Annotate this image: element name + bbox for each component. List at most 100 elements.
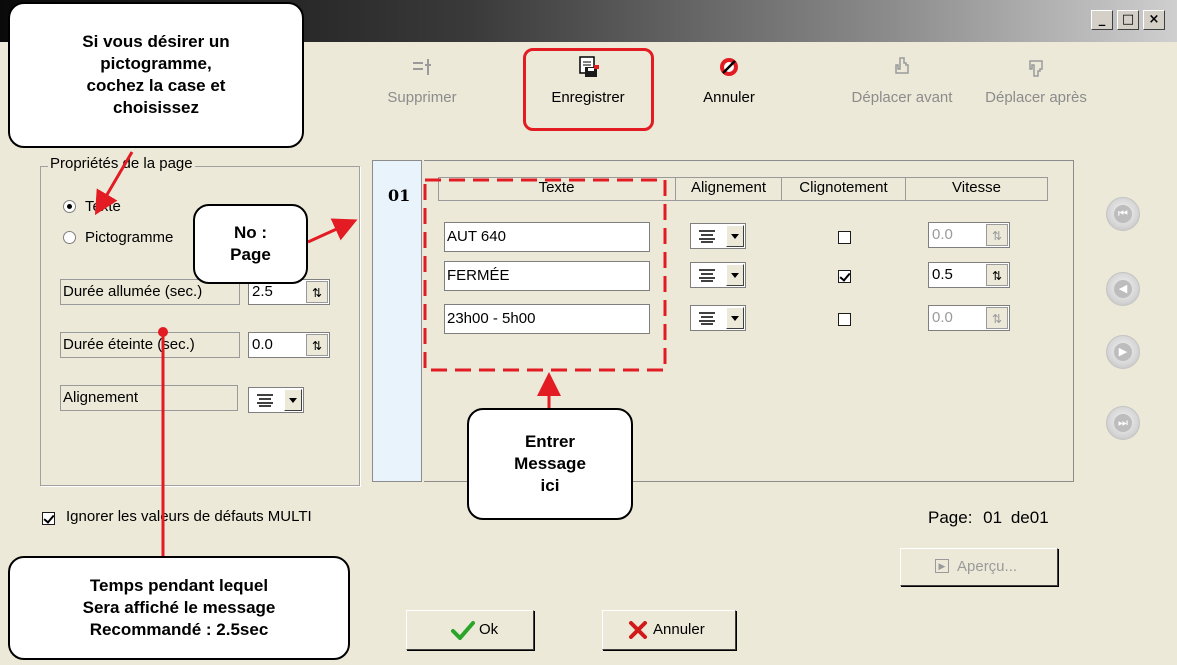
page-alignment-select[interactable] xyxy=(248,387,304,413)
next-page-icon: ▶ xyxy=(1114,343,1132,361)
spin-arrows-icon[interactable]: ⇅ xyxy=(986,224,1008,246)
pagination: Page: 01 de01 xyxy=(928,508,1049,528)
last-page-button[interactable]: ⏭ xyxy=(1106,406,1140,440)
preview-button[interactable]: ▶ Aperçu... xyxy=(900,548,1058,586)
close-x-icon xyxy=(629,621,647,639)
play-icon: ▶ xyxy=(935,559,949,573)
chevron-down-icon[interactable] xyxy=(284,389,302,411)
col-header-alignment: Alignement xyxy=(676,177,782,201)
align-center-icon xyxy=(699,312,715,325)
duration-callout-line1: Temps pendant lequel xyxy=(89,576,269,595)
hand-down-icon xyxy=(1029,60,1043,77)
first-page-button[interactable]: ⏮ xyxy=(1106,197,1140,231)
duration-callout-line2: Sera affiché le message xyxy=(82,598,276,617)
chevron-down-icon[interactable] xyxy=(726,225,744,247)
text-radio-label: Texte xyxy=(85,198,121,215)
align-center-icon xyxy=(699,230,715,243)
previous-page-icon: ◀ xyxy=(1114,280,1132,298)
hand-up-icon xyxy=(895,57,909,74)
line-2-blink-checkbox[interactable] xyxy=(838,270,851,283)
line-2-speed-spinner[interactable]: 0.5 ⇅ xyxy=(928,262,1010,288)
pictogram-callout-line3: cochez la case et xyxy=(86,76,226,95)
off-duration-value: 0.0 xyxy=(252,336,273,353)
ok-button[interactable]: Ok xyxy=(406,610,534,650)
col-header-blink: Clignotement xyxy=(782,177,906,201)
message-line-2-input[interactable]: FERMÉE xyxy=(444,261,650,291)
close-button[interactable]: × xyxy=(1143,10,1165,30)
duration-callout: Temps pendant lequel Sera affiché le mes… xyxy=(8,556,350,660)
spin-arrows-icon[interactable]: ⇅ xyxy=(986,264,1008,286)
pagination-current: 01 xyxy=(983,508,1003,527)
cancel-button[interactable]: Annuler xyxy=(602,610,736,650)
move-before-button[interactable]: Déplacer avant xyxy=(836,55,968,106)
page-properties-title: Propriétés de la page xyxy=(48,155,195,172)
col-header-text: Texte xyxy=(438,177,676,201)
line-3-alignment-select[interactable] xyxy=(690,305,746,331)
line-2-speed-value: 0.5 xyxy=(932,266,953,283)
pictogram-callout: Si vous désirer un pictogramme, cochez l… xyxy=(8,2,304,148)
next-page-button[interactable]: ▶ xyxy=(1106,335,1140,369)
line-3-speed-spinner[interactable]: 0.0 ⇅ xyxy=(928,305,1010,331)
move-after-button[interactable]: Déplacer après xyxy=(970,55,1102,106)
pictogram-callout-line1: Si vous désirer un xyxy=(82,32,230,51)
page-tab[interactable] xyxy=(372,160,422,482)
pictogram-callout-line2: pictogramme, xyxy=(100,54,212,73)
ignore-defaults-label: Ignorer les valeurs de défauts MULTI xyxy=(66,508,312,525)
save-highlight xyxy=(523,48,654,131)
line-1-alignment-select[interactable] xyxy=(690,223,746,249)
enter-message-callout-line3: ici xyxy=(540,476,560,495)
text-radio[interactable] xyxy=(63,200,76,213)
alignment-label: Alignement xyxy=(60,385,238,411)
line-1-speed-value: 0.0 xyxy=(932,226,953,243)
pictogram-callout-line4: choisissez xyxy=(113,98,199,117)
delete-row-icon xyxy=(413,59,431,75)
preview-label: Aperçu... xyxy=(957,558,1018,575)
ok-label: Ok xyxy=(479,621,499,638)
spin-arrows-icon[interactable]: ⇅ xyxy=(986,307,1008,329)
line-1-blink-checkbox[interactable] xyxy=(838,231,851,244)
message-line-3-input[interactable]: 23h00 - 5h00 xyxy=(444,304,650,334)
page-number: 01 xyxy=(388,186,411,205)
cancel-icon xyxy=(720,58,738,76)
delete-button[interactable]: Supprimer xyxy=(376,55,468,106)
enter-message-callout-line2: Message xyxy=(514,454,586,473)
off-duration-spinner[interactable]: 0.0 ⇅ xyxy=(248,332,330,358)
line-2-alignment-select[interactable] xyxy=(690,262,746,288)
checkmark-icon xyxy=(451,621,475,640)
page-no-callout-line2: Page xyxy=(230,245,271,264)
duration-callout-line3: Recommandé : 2.5sec xyxy=(89,620,269,639)
maximize-button[interactable]: □ xyxy=(1117,10,1139,30)
first-page-icon: ⏮ xyxy=(1114,205,1132,223)
cancel-label: Annuler xyxy=(653,621,705,638)
page-no-callout-line1: No : xyxy=(233,223,268,242)
align-center-icon xyxy=(257,394,273,407)
spin-arrows-icon[interactable]: ⇅ xyxy=(306,281,328,303)
previous-page-button[interactable]: ◀ xyxy=(1106,272,1140,306)
line-3-speed-value: 0.0 xyxy=(932,309,953,326)
align-center-icon xyxy=(699,269,715,282)
cancel-toolbar-label: Annuler xyxy=(703,89,755,106)
off-duration-label: Durée éteinte (sec.) xyxy=(60,332,240,358)
pictogram-radio[interactable] xyxy=(63,231,76,244)
pictogram-radio-label: Pictogramme xyxy=(85,229,174,246)
cancel-toolbar-button[interactable]: Annuler xyxy=(686,55,772,106)
on-duration-value: 2.5 xyxy=(252,283,273,300)
pagination-separator: de xyxy=(1010,508,1030,527)
spin-arrows-icon[interactable]: ⇅ xyxy=(306,334,328,356)
enter-message-callout-line1: Entrer xyxy=(524,432,576,451)
line-1-speed-spinner[interactable]: 0.0 ⇅ xyxy=(928,222,1010,248)
chevron-down-icon[interactable] xyxy=(726,264,744,286)
message-line-1-input[interactable]: AUT 640 xyxy=(444,222,650,252)
delete-label: Supprimer xyxy=(387,89,457,106)
chevron-down-icon[interactable] xyxy=(726,307,744,329)
line-3-blink-checkbox[interactable] xyxy=(838,313,851,326)
move-after-label: Déplacer après xyxy=(985,89,1087,106)
last-page-icon: ⏭ xyxy=(1114,414,1132,432)
ignore-defaults-checkbox[interactable] xyxy=(42,512,55,525)
pagination-total: 01 xyxy=(1029,508,1049,527)
minimize-button[interactable]: _ xyxy=(1091,10,1113,30)
col-header-speed: Vitesse xyxy=(906,177,1048,201)
move-before-label: Déplacer avant xyxy=(851,89,953,106)
pagination-label: Page: xyxy=(928,508,973,527)
enter-message-callout: Entrer Message ici xyxy=(467,408,633,520)
